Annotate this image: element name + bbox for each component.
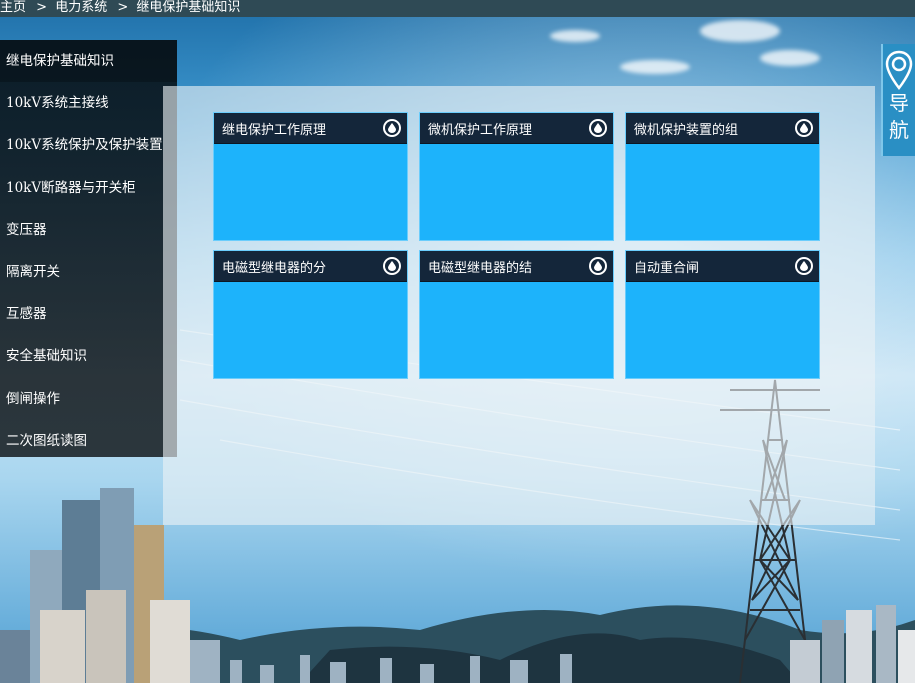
sidebar-item-safety-basics[interactable]: 安全基础知识	[0, 335, 177, 377]
topic-card[interactable]: 自动重合闸	[625, 250, 820, 379]
drop-icon	[383, 119, 401, 137]
sidebar-item-switching-operation[interactable]: 倒闸操作	[0, 378, 177, 420]
topic-card[interactable]: 电磁型继电器的分	[213, 250, 408, 379]
breadcrumb-level1-link[interactable]: 电力系统	[55, 0, 107, 15]
sidebar-item-secondary-drawings[interactable]: 二次图纸读图	[0, 420, 177, 462]
drop-icon	[795, 119, 813, 137]
sidebar-item-10kv-main-wiring[interactable]: 10kV系统主接线	[0, 82, 177, 124]
sidebar-menu: 继电保护基础知识 10kV系统主接线 10kV系统保护及保护装置 10kV断路器…	[0, 40, 177, 457]
navigation-tab-label: 导航	[889, 91, 909, 142]
topic-card[interactable]: 微机保护装置的组	[625, 112, 820, 241]
drop-icon	[589, 119, 607, 137]
map-pin-icon	[885, 50, 913, 90]
card-title: 电磁型继电器的结	[428, 260, 533, 276]
sidebar-item-transformer[interactable]: 变压器	[0, 209, 177, 251]
card-header: 电磁型继电器的分	[214, 251, 407, 282]
card-header: 微机保护工作原理	[420, 113, 613, 144]
card-title: 电磁型继电器的分	[222, 260, 327, 276]
breadcrumb-home-link[interactable]: 主页	[0, 0, 26, 15]
card-title: 继电保护工作原理	[222, 122, 327, 138]
sidebar-item-instrument-transformer[interactable]: 互感器	[0, 293, 177, 335]
drop-icon	[795, 257, 813, 275]
card-title: 微机保护装置的组	[634, 122, 739, 138]
drop-icon	[589, 257, 607, 275]
navigation-tab[interactable]: 导航	[881, 44, 915, 156]
topic-card[interactable]: 微机保护工作原理	[419, 112, 614, 241]
topic-card[interactable]: 继电保护工作原理	[213, 112, 408, 241]
card-header: 继电保护工作原理	[214, 113, 407, 144]
card-header: 微机保护装置的组	[626, 113, 819, 144]
breadcrumb-current: 继电保护基础知识	[136, 0, 241, 15]
breadcrumb-separator: >	[117, 0, 129, 15]
card-header: 自动重合闸	[626, 251, 819, 282]
sidebar-item-10kv-breaker-switchgear[interactable]: 10kV断路器与开关柜	[0, 167, 177, 209]
card-title: 微机保护工作原理	[428, 122, 533, 138]
sidebar-item-relay-protection[interactable]: 继电保护基础知识	[0, 40, 177, 83]
drop-icon	[383, 257, 401, 275]
topic-card[interactable]: 电磁型继电器的结	[419, 250, 614, 379]
breadcrumb: 主页 > 电力系统 > 继电保护基础知识	[0, 0, 915, 17]
breadcrumb-separator: >	[36, 0, 48, 15]
sidebar-item-10kv-protection-devices[interactable]: 10kV系统保护及保护装置	[0, 124, 177, 166]
sidebar-item-isolating-switch[interactable]: 隔离开关	[0, 251, 177, 293]
card-header: 电磁型继电器的结	[420, 251, 613, 282]
card-title: 自动重合闸	[634, 260, 700, 276]
